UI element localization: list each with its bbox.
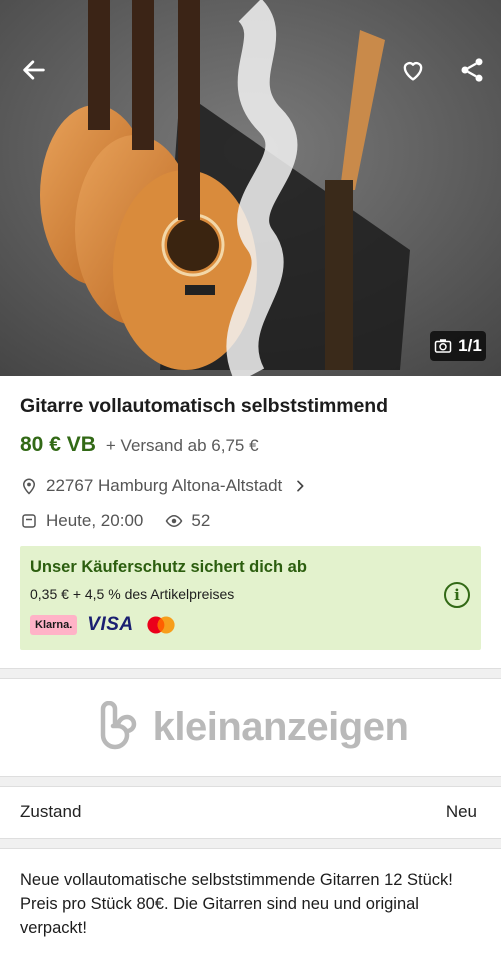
buyer-protection-title: Unser Käuferschutz sichert dich ab — [30, 558, 307, 576]
listing-title: Gitarre vollautomatisch selbststimmend — [20, 395, 388, 417]
chevron-right-icon — [297, 480, 304, 492]
klarna-logo: Klarna. — [30, 615, 78, 635]
section-gap — [0, 669, 501, 678]
shipping-cost: + Versand ab 6,75 € — [105, 436, 259, 455]
posted-date: Heute, 20:00 — [46, 511, 144, 530]
heart-icon — [403, 62, 423, 81]
listing-description: Neue vollautomatische selbststimmende Gi… — [20, 871, 453, 937]
location-pin-icon — [22, 478, 36, 495]
divider — [0, 848, 501, 849]
condition-value: Neu — [445, 802, 477, 821]
section-gap — [0, 839, 501, 848]
price-row: 80 € VB + Versand ab 6,75 € — [20, 433, 259, 457]
buyer-protection-fee: 0,35 € + 4,5 % des Artikelpreises — [30, 586, 235, 602]
share-button[interactable] — [452, 50, 492, 90]
listing-meta: Heute, 20:00 52 — [20, 511, 210, 531]
kleinanzeigen-logo-icon — [100, 701, 136, 750]
buyer-protection-banner: Unser Käuferschutz sichert dich ab 0,35 … — [20, 546, 481, 650]
share-icon — [461, 58, 483, 82]
camera-icon — [434, 339, 452, 353]
brand-name: kleinanzeigen — [152, 704, 409, 749]
views-number: 52 — [191, 511, 211, 530]
views-count: 52 — [165, 511, 210, 531]
price: 80 € VB — [20, 433, 96, 456]
condition-label: Zustand — [20, 802, 82, 821]
payment-methods: Klarna. VISA — [30, 614, 178, 636]
arrow-left-icon — [23, 60, 45, 80]
location-text: 22767 Hamburg Altona-Altstadt — [46, 476, 283, 495]
eye-icon — [165, 514, 183, 528]
visa-logo: VISA — [87, 614, 134, 635]
section-gap — [0, 777, 501, 786]
image-counter-text: 1/1 — [458, 336, 482, 355]
listing-photo[interactable]: 1/1 — [0, 0, 501, 376]
image-counter[interactable]: 1/1 — [430, 331, 486, 361]
calendar-icon — [22, 514, 36, 528]
back-button[interactable] — [14, 50, 54, 90]
mastercard-icon — [147, 616, 175, 634]
location-link[interactable]: 22767 Hamburg Altona-Altstadt — [20, 476, 308, 496]
condition-row: Zustand Neu — [0, 786, 501, 838]
brand-banner: kleinanzeigen — [0, 678, 501, 776]
favorite-button[interactable] — [393, 50, 433, 90]
info-icon[interactable]: i — [444, 582, 470, 608]
